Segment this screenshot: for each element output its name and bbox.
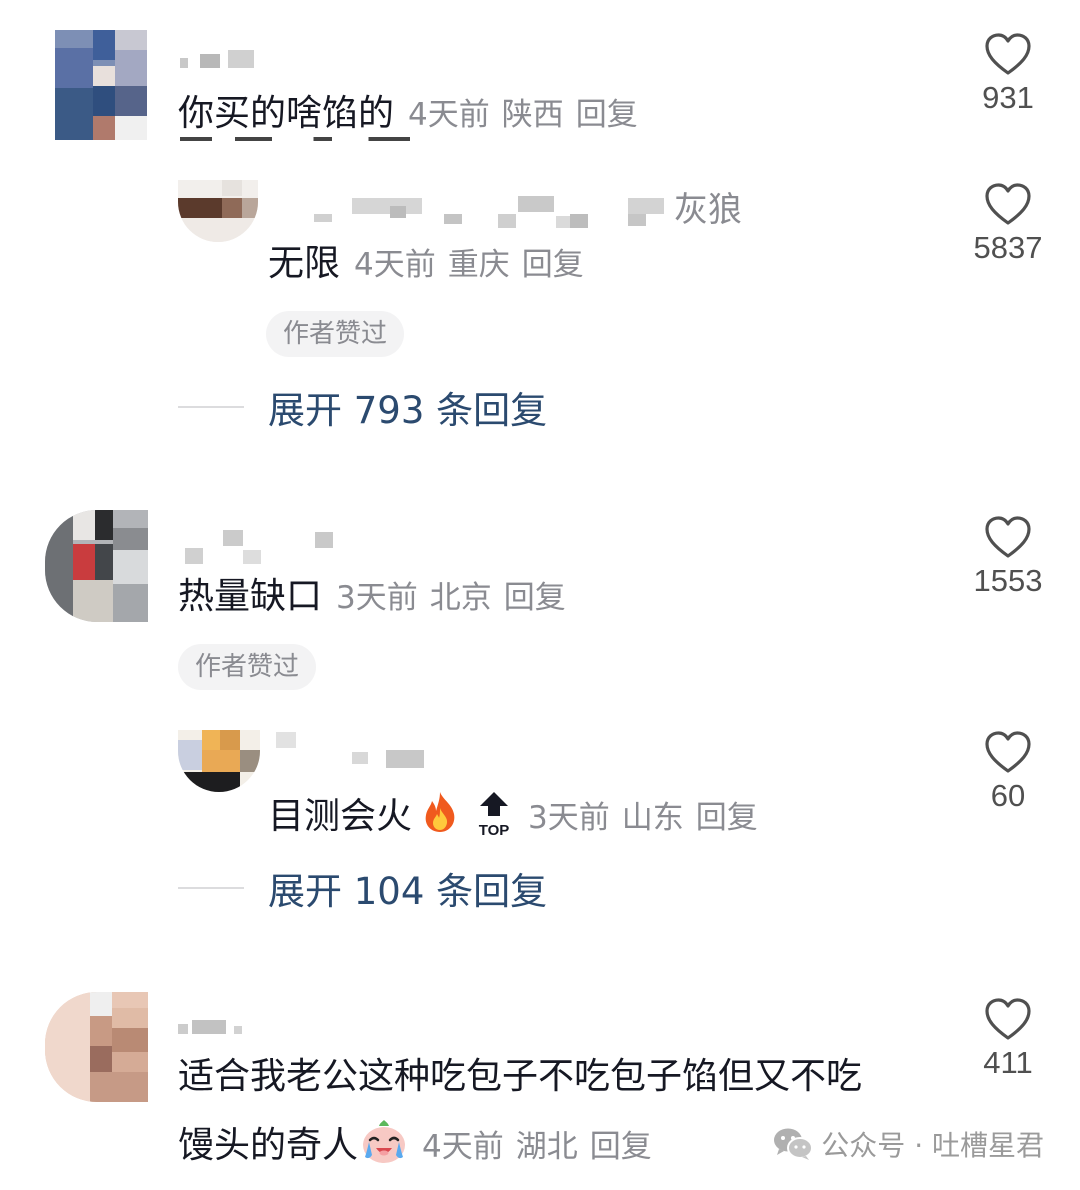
comment-time: 3天前 bbox=[528, 800, 610, 836]
heart-icon bbox=[985, 998, 1031, 1040]
username-blurred[interactable] bbox=[276, 732, 436, 772]
divider bbox=[178, 887, 244, 889]
username-blurred[interactable] bbox=[178, 1010, 258, 1040]
comment-time: 4天前 bbox=[422, 1129, 504, 1165]
comment-text: 目测会火 bbox=[268, 796, 413, 837]
author-liked-badge: 作者赞过 bbox=[266, 311, 405, 357]
comment-line: 适合我老公这种吃包子不吃包子馅但又不吃 bbox=[178, 1055, 862, 1099]
like-button[interactable]: 5837 bbox=[963, 182, 1053, 266]
reply-button[interactable]: 回复 bbox=[696, 800, 758, 836]
like-count: 931 bbox=[982, 80, 1034, 115]
comment-text: 你买的啥馅的 bbox=[178, 93, 395, 134]
comment-text: 无限 bbox=[268, 243, 341, 284]
comment-meta: 3天前 北京 回复 bbox=[336, 580, 578, 616]
comment-meta: 3天前 山东 回复 bbox=[528, 800, 770, 836]
comment-text-line-2: 馒头的奇人 bbox=[178, 1125, 359, 1166]
like-button[interactable]: 411 bbox=[963, 997, 1053, 1081]
comment-meta: 4天前 湖北 回复 bbox=[422, 1129, 664, 1165]
avatar[interactable] bbox=[178, 180, 258, 242]
comment-time: 4天前 bbox=[354, 247, 436, 283]
like-button[interactable]: 931 bbox=[963, 32, 1053, 116]
avatar[interactable] bbox=[55, 30, 147, 140]
expand-replies-label: 展开 104 条回复 bbox=[268, 870, 548, 913]
crying-emoji-icon bbox=[363, 1120, 406, 1163]
comment-line: 热量缺口 3天前 北京 回复 bbox=[178, 575, 578, 620]
reply-button[interactable]: 回复 bbox=[590, 1129, 652, 1165]
comment-meta: 4天前 重庆 回复 bbox=[354, 247, 596, 283]
heart-icon bbox=[985, 516, 1031, 558]
reply-button[interactable]: 回复 bbox=[504, 580, 566, 616]
avatar[interactable] bbox=[45, 992, 148, 1102]
reply-button[interactable]: 回复 bbox=[522, 247, 584, 283]
expand-replies-button[interactable]: 展开 793 条回复 bbox=[178, 382, 547, 432]
top-badge-label: TOP bbox=[479, 822, 510, 838]
heart-icon bbox=[985, 183, 1031, 225]
comment-location: 重庆 bbox=[447, 247, 510, 283]
like-count: 1553 bbox=[973, 563, 1043, 598]
comment-location: 山东 bbox=[621, 800, 684, 836]
comment-location: 湖北 bbox=[515, 1129, 578, 1165]
like-count: 5837 bbox=[973, 230, 1043, 265]
watermark-text: 公众号 · 吐槽星君 bbox=[821, 1129, 1044, 1162]
username-blurred[interactable] bbox=[185, 530, 345, 570]
comment-line: 目测会火 TOP 3天前 山东 回复 bbox=[268, 790, 770, 840]
like-button[interactable]: 60 bbox=[963, 730, 1053, 814]
comment-time: 3天前 bbox=[336, 580, 418, 616]
reply-button[interactable]: 回复 bbox=[576, 97, 638, 133]
divider bbox=[178, 406, 244, 408]
top-badge-icon: TOP bbox=[479, 792, 510, 838]
comment-location: 陕西 bbox=[501, 97, 564, 133]
avatar[interactable] bbox=[178, 730, 260, 792]
wechat-icon bbox=[774, 1128, 814, 1160]
username-blurred[interactable] bbox=[180, 40, 270, 70]
expand-replies-button[interactable]: 展开 104 条回复 bbox=[178, 863, 547, 913]
heart-icon bbox=[985, 33, 1031, 75]
comment-line: 馒头的奇人 4天前 湖北 回复 bbox=[178, 1117, 664, 1169]
avatar[interactable] bbox=[45, 510, 148, 622]
comment-text: 热量缺口 bbox=[178, 576, 323, 617]
comment-time: 4天前 bbox=[408, 97, 490, 133]
username-fragment: 灰狼 bbox=[674, 190, 742, 230]
like-count: 411 bbox=[983, 1045, 1033, 1080]
heart-icon bbox=[985, 731, 1031, 773]
comment-line: 你买的啥馅的 4天前 陕西 回复 bbox=[178, 92, 650, 137]
like-button[interactable]: 1553 bbox=[963, 515, 1053, 599]
cut-off-text-line bbox=[180, 137, 410, 141]
comment-meta: 4天前 陕西 回复 bbox=[408, 97, 650, 133]
comment-location: 北京 bbox=[429, 580, 492, 616]
expand-replies-label: 展开 793 条回复 bbox=[268, 389, 548, 432]
comment-line: 无限 4天前 重庆 回复 bbox=[268, 242, 596, 287]
comment-text-line-1: 适合我老公这种吃包子不吃包子馅但又不吃 bbox=[178, 1056, 863, 1097]
author-liked-badge: 作者赞过 bbox=[178, 644, 317, 690]
like-count: 60 bbox=[990, 778, 1026, 813]
watermark: 公众号 · 吐槽星君 bbox=[773, 1124, 1044, 1164]
fire-emoji-icon bbox=[425, 792, 455, 832]
